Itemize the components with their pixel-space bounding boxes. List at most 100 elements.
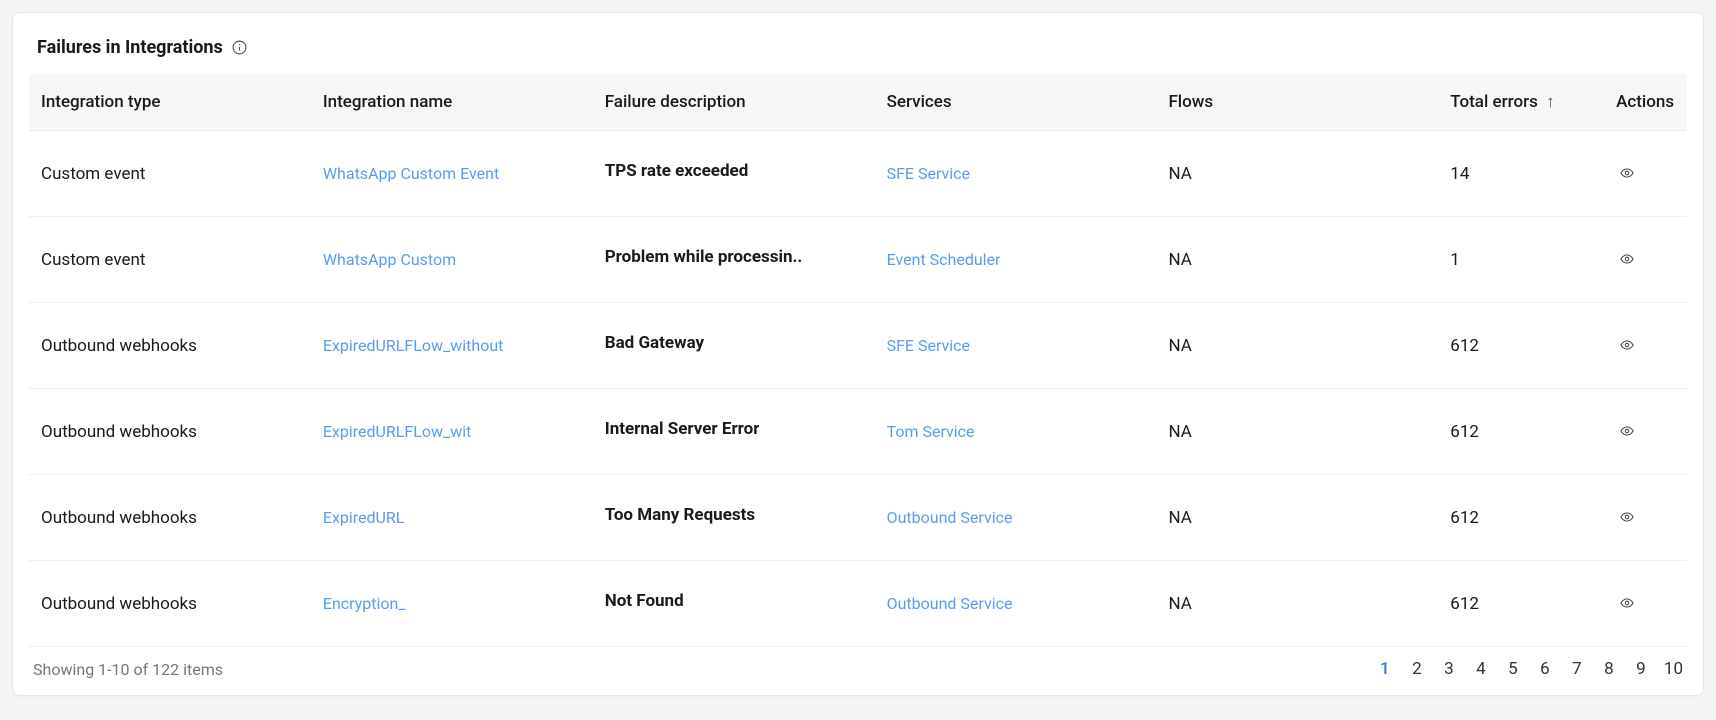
cell-actions [1604,389,1687,475]
page-1[interactable]: 1 [1376,659,1394,679]
cell-total-errors: 612 [1438,561,1604,647]
cell-actions [1604,561,1687,647]
table-row: Custom event WhatsApp Custom Problem while… [29,217,1687,303]
integration-name-link[interactable]: Encryption_ [323,594,406,613]
col-header-failure-description[interactable]: Failure description [593,74,875,131]
page-10[interactable]: 10 [1664,659,1683,679]
cell-actions [1604,217,1687,303]
table-footer: Showing 1-10 of 122 items 123456789 10 [29,647,1687,683]
col-header-flows[interactable]: Flows [1156,74,1438,131]
view-icon[interactable] [1616,334,1638,356]
pagination: 123456789 10 [1376,659,1683,679]
col-header-total-errors[interactable]: Total errors ↑ [1438,74,1604,131]
service-link[interactable]: Outbound Service [887,508,1013,527]
col-header-integration-type[interactable]: Integration type [29,74,311,131]
col-header-total-errors-label: Total errors [1450,92,1538,112]
cell-service: SFE Service [875,131,1157,217]
integration-name-link[interactable]: ExpiredURL [323,508,405,527]
failure-description-text: Bad Gateway [605,333,704,353]
cell-integration-name: ExpiredURLFLow_wit [311,389,593,475]
failure-description-text: Problem while processin.. [605,247,803,267]
info-icon[interactable] [231,39,249,57]
integration-name-link[interactable]: ExpiredURLFLow_without [323,336,504,355]
cell-actions [1604,303,1687,389]
cell-integration-name: WhatsApp Custom Event [311,131,593,217]
page-8[interactable]: 8 [1600,659,1618,679]
cell-service: Tom Service [875,389,1157,475]
failure-description-text: Too Many Requests [605,505,755,525]
cell-integration-type: Custom event [29,217,311,303]
service-link[interactable]: Event Scheduler [887,250,1001,269]
cell-failure-description: Too Many Requests [593,475,875,561]
table-header-row: Integration type Integration name Failur… [29,74,1687,131]
failure-description-text: Not Found [605,591,684,611]
service-link[interactable]: SFE Service [887,336,970,355]
cell-failure-description: Internal Server Error [593,389,875,475]
page-9[interactable]: 9 [1632,659,1650,679]
cell-total-errors: 14 [1438,131,1604,217]
integration-name-link[interactable]: WhatsApp Custom [323,250,456,269]
view-icon[interactable] [1616,162,1638,184]
card-title: Failures in Integrations [37,37,223,58]
col-header-integration-name[interactable]: Integration name [311,74,593,131]
service-link[interactable]: Tom Service [887,422,975,441]
cell-integration-name: Encryption_ [311,561,593,647]
cell-integration-type: Outbound webhooks [29,561,311,647]
page-4[interactable]: 4 [1472,659,1490,679]
cell-failure-description: Problem while processin.. [593,217,875,303]
col-header-services[interactable]: Services [875,74,1157,131]
cell-integration-name: WhatsApp Custom [311,217,593,303]
cell-integration-type: Outbound webhooks [29,389,311,475]
col-header-actions: Actions [1604,74,1687,131]
cell-service: Event Scheduler [875,217,1157,303]
integration-name-link[interactable]: ExpiredURLFLow_wit [323,422,472,441]
service-link[interactable]: Outbound Service [887,594,1013,613]
cell-failure-description: Not Found [593,561,875,647]
failure-description-text: TPS rate exceeded [605,161,749,181]
table-row: Custom event WhatsApp Custom Event TPS rat… [29,131,1687,217]
page-2[interactable]: 2 [1408,659,1426,679]
failure-description-text: Internal Server Error [605,419,760,439]
cell-flows: NA [1156,561,1438,647]
table-row: Outbound webhooks ExpiredURL Too Many Requ… [29,475,1687,561]
view-icon[interactable] [1616,248,1638,270]
cell-actions [1604,131,1687,217]
cell-flows: NA [1156,389,1438,475]
cell-integration-name: ExpiredURL [311,475,593,561]
cell-flows: NA [1156,475,1438,561]
cell-flows: NA [1156,303,1438,389]
view-icon[interactable] [1616,592,1638,614]
cell-service: Outbound Service [875,561,1157,647]
page-5[interactable]: 5 [1504,659,1522,679]
cell-integration-type: Outbound webhooks [29,303,311,389]
table-row: Outbound webhooks Encryption_ Not Found Out… [29,561,1687,647]
cell-total-errors: 612 [1438,303,1604,389]
cell-actions [1604,475,1687,561]
cell-failure-description: Bad Gateway [593,303,875,389]
page-6[interactable]: 6 [1536,659,1554,679]
cell-flows: NA [1156,217,1438,303]
table-row: Outbound webhooks ExpiredURLFLow_wit Inter… [29,389,1687,475]
sort-asc-icon: ↑ [1546,92,1555,112]
failures-card: Failures in Integrations Integration typ… [12,12,1704,696]
page-7[interactable]: 7 [1568,659,1586,679]
service-link[interactable]: SFE Service [887,164,970,183]
view-icon[interactable] [1616,420,1638,442]
view-icon[interactable] [1616,506,1638,528]
cell-integration-type: Custom event [29,131,311,217]
page-3[interactable]: 3 [1440,659,1458,679]
cell-failure-description: TPS rate exceeded [593,131,875,217]
cell-integration-type: Outbound webhooks [29,475,311,561]
cell-total-errors: 1 [1438,217,1604,303]
footer-summary: Showing 1-10 of 122 items [33,660,223,679]
cell-flows: NA [1156,131,1438,217]
integration-name-link[interactable]: WhatsApp Custom Event [323,164,499,183]
cell-total-errors: 612 [1438,475,1604,561]
cell-service: SFE Service [875,303,1157,389]
card-header: Failures in Integrations [29,33,1687,74]
cell-service: Outbound Service [875,475,1157,561]
table-row: Outbound webhooks ExpiredURLFLow_without B… [29,303,1687,389]
cell-integration-name: ExpiredURLFLow_without [311,303,593,389]
cell-total-errors: 612 [1438,389,1604,475]
failures-table: Integration type Integration name Failur… [29,74,1687,647]
